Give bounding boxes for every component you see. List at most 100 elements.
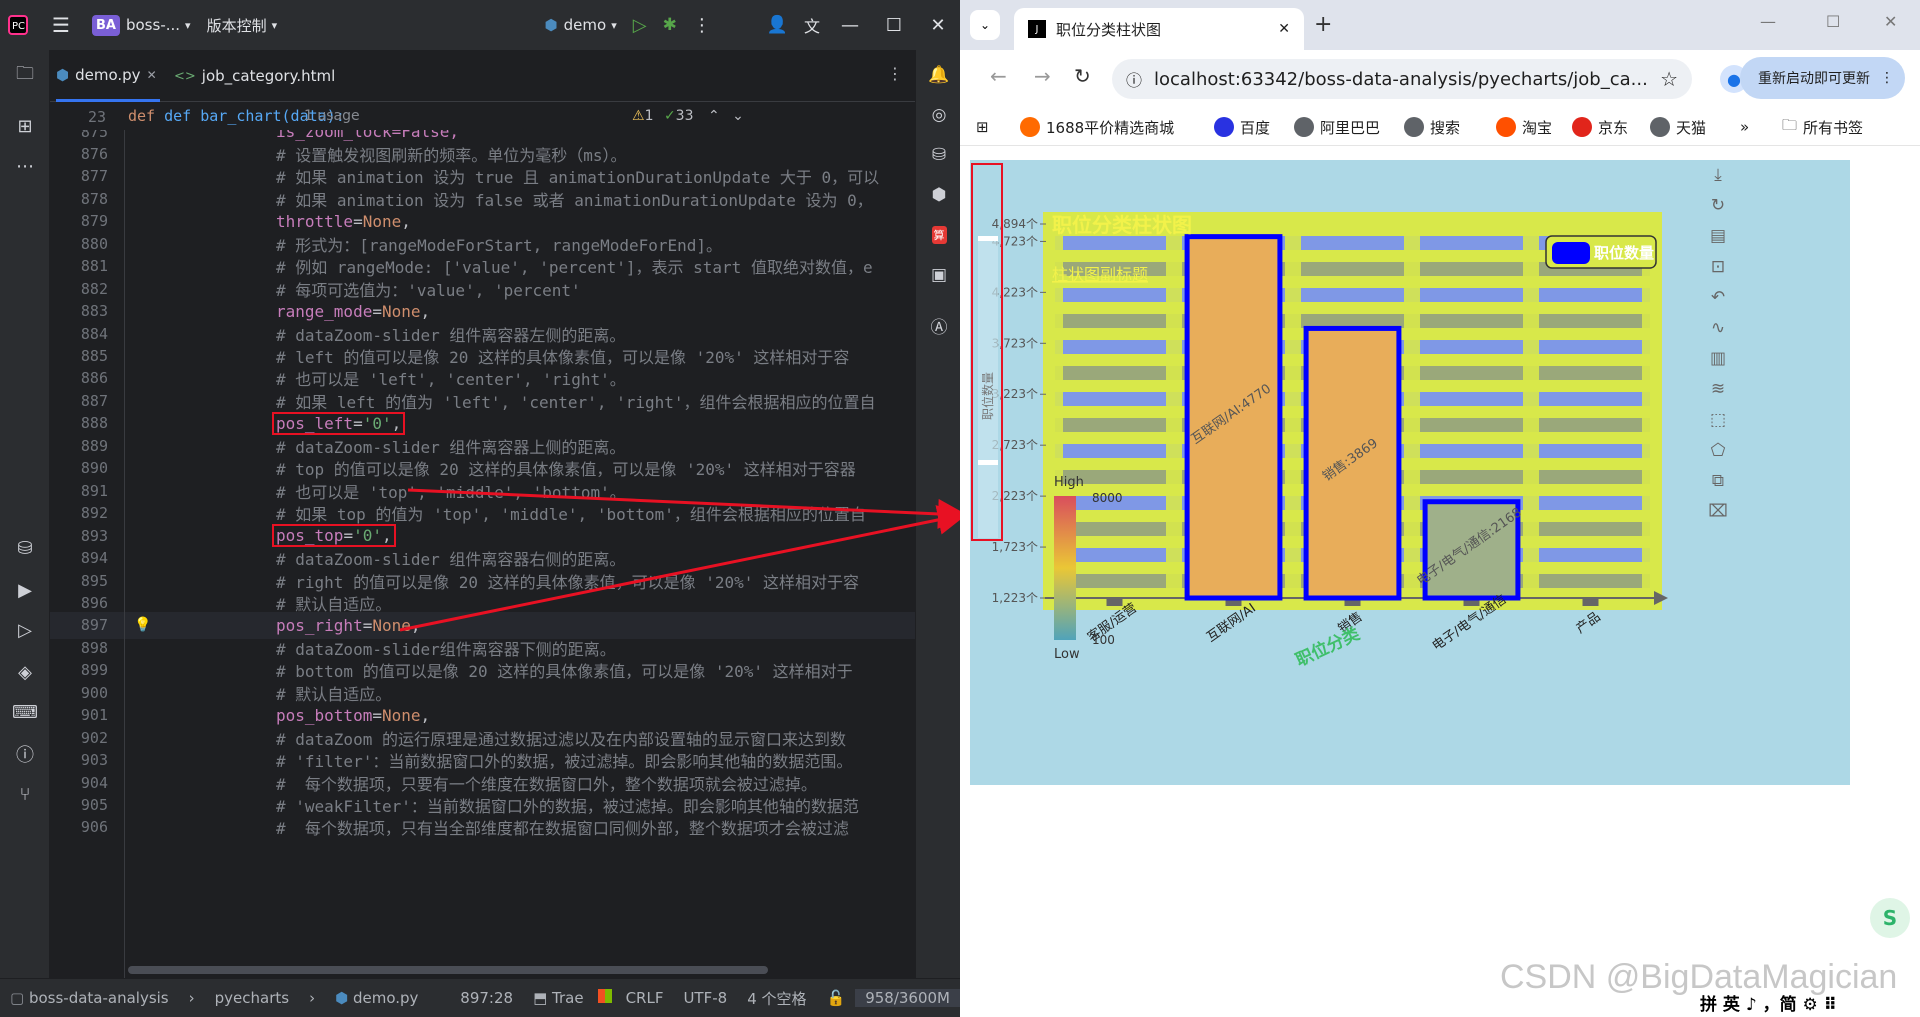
run-panel-icon[interactable]: ▷ xyxy=(13,618,37,642)
more-bookmarks-icon[interactable]: » xyxy=(1740,108,1749,146)
chevron-up-icon[interactable]: ⌃ xyxy=(708,108,720,124)
browser-tab-active[interactable]: J 职位分类柱状图 ✕ xyxy=(1014,8,1304,50)
line-number[interactable]: 903 xyxy=(50,751,108,769)
line-number[interactable]: 892 xyxy=(50,504,108,522)
line-number[interactable]: 878 xyxy=(50,190,108,208)
line-number[interactable]: 902 xyxy=(50,729,108,747)
bookmark-item[interactable]: 1688平价精选商城 xyxy=(1020,108,1174,146)
file-encoding[interactable]: UTF-8 xyxy=(673,989,737,1007)
line-number[interactable]: 881 xyxy=(50,257,108,275)
line-number[interactable]: 886 xyxy=(50,369,108,387)
save-icon[interactable]: ▣ xyxy=(926,262,952,288)
inspection-widget[interactable]: ⚠1 ✓33 ⌃ ⌄ xyxy=(632,108,744,124)
line-number[interactable]: 895 xyxy=(50,572,108,590)
folder-breadcrumb[interactable]: pyecharts xyxy=(205,989,299,1007)
horizontal-scrollbar[interactable] xyxy=(128,966,768,974)
memory-indicator[interactable]: 958/3600M xyxy=(855,989,960,1007)
line-number[interactable]: 896 xyxy=(50,594,108,612)
debug-icon[interactable]: ✱ xyxy=(655,0,685,50)
reload-icon[interactable]: ↻ xyxy=(1074,64,1091,88)
line-number[interactable]: 906 xyxy=(50,818,108,836)
usage-hint[interactable]: 1 usage xyxy=(304,108,360,124)
all-bookmarks[interactable]: 🗀 所有书签 xyxy=(1782,108,1863,146)
tab-demo-py[interactable]: ⬢ demo.py ✕ xyxy=(56,50,160,102)
line-number[interactable]: 882 xyxy=(50,280,108,298)
file-breadcrumb[interactable]: ⬢ demo.py xyxy=(325,989,428,1007)
floating-assistant-icon[interactable]: S xyxy=(1870,898,1910,938)
line-number[interactable]: 905 xyxy=(50,796,108,814)
add-user-icon[interactable]: 👤 xyxy=(759,0,796,50)
line-number[interactable]: 887 xyxy=(50,392,108,410)
code-editor[interactable]: 875 is_zoom_lock=False, 876 # 设置触发视图刷新的频率。单… xyxy=(50,130,915,978)
database-icon[interactable]: ⛁ xyxy=(926,142,952,168)
close-icon[interactable]: ✕ xyxy=(916,15,960,36)
notifications-icon[interactable]: 🔔 xyxy=(926,62,952,88)
project-breadcrumb[interactable]: ▢ boss-data-analysis xyxy=(0,989,179,1007)
vcs-menu[interactable]: 版本控制 ▾ xyxy=(199,0,286,50)
python-console-icon[interactable]: ⬢ xyxy=(926,182,952,208)
line-number[interactable]: 894 xyxy=(50,549,108,567)
app-logo-icon[interactable]: PC xyxy=(0,0,38,50)
project-folder-icon[interactable]: 🗀 xyxy=(13,63,37,88)
layers-icon[interactable]: ◈ xyxy=(13,660,37,684)
line-ending[interactable]: CRLF xyxy=(616,989,674,1007)
close-window-icon[interactable]: ✕ xyxy=(1884,12,1897,31)
line-number[interactable]: 880 xyxy=(50,235,108,253)
bookmark-star-icon[interactable]: ☆ xyxy=(1660,67,1678,91)
line-number[interactable]: 877 xyxy=(50,167,108,185)
line-number[interactable]: 890 xyxy=(50,459,108,477)
line-number[interactable]: 891 xyxy=(50,482,108,500)
plugin-icon[interactable]: 算 xyxy=(926,222,952,248)
run-config-selector[interactable]: ⬢ demo ▾ xyxy=(537,0,625,50)
line-number[interactable]: 879 xyxy=(50,212,108,230)
chevron-down-icon[interactable]: ⌄ xyxy=(732,108,744,124)
bookmark-item[interactable]: 阿里巴巴 xyxy=(1294,108,1380,146)
tab-search-icon[interactable]: ⌄ xyxy=(970,10,1000,40)
close-tab-icon[interactable]: ✕ xyxy=(1278,21,1290,37)
reader-mode-icon[interactable]: Ⓐ xyxy=(926,312,952,338)
project-selector[interactable]: BA boss-... ▾ xyxy=(84,0,199,50)
main-menu-icon[interactable]: ☰ xyxy=(38,0,84,50)
indent-setting[interactable]: 4 个空格 xyxy=(737,988,816,1009)
lock-icon[interactable]: 🔓 xyxy=(817,989,856,1007)
line-number[interactable]: 875 xyxy=(50,130,108,141)
line-number[interactable]: 901 xyxy=(50,706,108,724)
close-tab-icon[interactable]: ✕ xyxy=(147,68,157,82)
line-number[interactable]: 884 xyxy=(50,325,108,343)
line-number[interactable]: 900 xyxy=(50,684,108,702)
structure-icon[interactable]: ⊞ xyxy=(13,114,37,138)
update-button[interactable]: 重新启动即可更新 ⋮ xyxy=(1740,57,1905,99)
intention-bulb-icon[interactable]: 💡 xyxy=(134,617,151,633)
line-number[interactable]: 883 xyxy=(50,302,108,320)
address-bar[interactable]: ⓘ localhost:63342/boss-data-analysis/pye… xyxy=(1112,59,1692,99)
services-icon[interactable]: ▶ xyxy=(13,578,37,602)
git-icon[interactable]: ⑂ xyxy=(13,782,37,806)
sticky-scope-bar[interactable]: 23 def def bar_chart(data): 1 usage ⚠1 ✓… xyxy=(50,102,915,132)
bookmark-item[interactable]: 天猫 xyxy=(1650,108,1706,146)
line-number[interactable]: 893 xyxy=(50,527,108,545)
maximize-icon[interactable]: ☐ xyxy=(1826,12,1840,31)
ime-toolbar[interactable]: 拼 英 ♪ ，简 ⚙ ⠿ xyxy=(1700,990,1837,1015)
more-actions-icon[interactable]: ⋮ xyxy=(685,0,719,50)
apps-icon[interactable]: ⊞ xyxy=(976,108,989,146)
new-tab-icon[interactable]: + xyxy=(1314,12,1332,37)
line-number[interactable]: 889 xyxy=(50,437,108,455)
trae-plugin-status[interactable]: ⬒ Trae xyxy=(523,989,594,1007)
forward-icon[interactable]: → xyxy=(1034,64,1051,88)
back-icon[interactable]: ← xyxy=(990,64,1007,88)
database-icon[interactable]: ⛁ xyxy=(13,536,37,560)
line-number[interactable]: 898 xyxy=(50,639,108,657)
bookmark-item[interactable]: 京东 xyxy=(1572,108,1628,146)
line-number[interactable]: 876 xyxy=(50,145,108,163)
bookmark-item[interactable]: 淘宝 xyxy=(1496,108,1552,146)
code-line[interactable]: 906 # 每个数据项，只有当全部维度都在数据窗口同侧外部，整个数据项才会被过滤 xyxy=(50,814,915,841)
line-number[interactable]: 904 xyxy=(50,774,108,792)
problems-icon[interactable]: ⓘ xyxy=(13,742,37,766)
more-tools-icon[interactable]: ⋯ xyxy=(13,154,37,178)
bookmark-item[interactable]: 百度 xyxy=(1214,108,1270,146)
line-number[interactable]: 885 xyxy=(50,347,108,365)
minimize-icon[interactable]: — xyxy=(1760,12,1776,31)
tab-job-category-html[interactable]: <> job_category.html xyxy=(174,50,335,102)
tab-options-icon[interactable]: ⋮ xyxy=(887,64,903,83)
maximize-icon[interactable]: ☐ xyxy=(872,15,916,36)
